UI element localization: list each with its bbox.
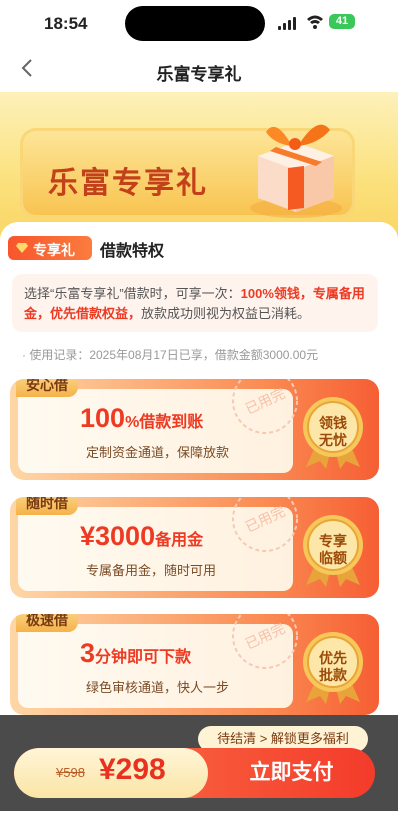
price-pill: ¥598 ¥298 (14, 748, 208, 798)
benefit-card-suishi: 已用完 随时借 ¥3000备用金 专属备用金，随时可用 专享 临额 (10, 497, 379, 598)
benefit-card-jisu: 已用完 极速借 3分钟即可下款 绿色审核通道，快人一步 优先 批款 (10, 614, 379, 715)
status-bar: 18:54 41 (0, 0, 398, 48)
card-headline-number: 3 (80, 638, 96, 668)
used-up-stamp-icon: 已用完 (232, 614, 298, 669)
card-headline-number: 100 (80, 403, 126, 433)
battery-icon: 41 (329, 14, 355, 29)
diamond-icon (16, 243, 28, 253)
card-subtitle: 绿色审核通道，快人一步 (86, 680, 230, 695)
card-subtitle: 定制资金通道，保障放款 (86, 445, 230, 460)
card-headline-unit: %借款到账 (125, 414, 204, 431)
section-tag: 专享礼 (8, 236, 92, 260)
used-up-stamp-icon: 已用完 (232, 497, 298, 552)
privilege-info-text: 选择“乐富专享礼”借款时，可享一次：100%领钱，专属备用金，优先借款权益，放款… (24, 284, 372, 324)
privilege-info-box: 选择“乐富专享礼”借款时，可享一次：100%领钱，专属备用金，优先借款权益，放款… (12, 274, 378, 332)
hero-title: 乐富专享礼 (48, 167, 208, 200)
pay-now-button[interactable]: 立即支付 (208, 748, 375, 798)
card-headline: ¥3000备用金 (80, 521, 203, 552)
wifi-icon (307, 15, 323, 29)
signal-icon (278, 16, 300, 30)
pay-bar: ¥598 ¥298 立即支付 (14, 748, 375, 798)
dynamic-island (125, 6, 265, 41)
card-headline: 100%借款到账 (80, 403, 203, 434)
benefit-card-anxin: 已用完 安心借 100%借款到账 定制资金通道，保障放款 领钱 无忧 (10, 379, 379, 480)
section-title: 借款特权 (100, 243, 165, 260)
medal-text: 优先 批款 (319, 650, 347, 683)
card-headline: 3分钟即可下款 (80, 638, 191, 669)
svg-text:已用完: 已用完 (243, 386, 288, 418)
medal-badge: 领钱 无忧 (294, 391, 372, 469)
card-headline-unit: 备用金 (155, 532, 204, 549)
current-price: ¥298 (99, 753, 166, 786)
svg-text:已用完: 已用完 (243, 621, 288, 653)
original-price: ¥598 (56, 765, 85, 780)
card-label: 极速借 (16, 614, 78, 632)
card-subtitle: 专属备用金，随时可用 (86, 563, 217, 578)
card-label: 安心借 (16, 379, 78, 397)
nav-bar: 乐富专享礼 (0, 48, 398, 92)
medal-text: 专享 临额 (319, 533, 347, 566)
info-prefix: 选择“乐富专享礼”借款时，可享一次： (24, 286, 241, 301)
usage-record: · 使用记录：2025年08月17日已享，借款金额3000.00元 (22, 348, 319, 362)
info-suffix: 放款成功则视为权益已消耗。 (141, 306, 311, 321)
card-headline-number: ¥3000 (80, 521, 156, 551)
medal-badge: 优先 批款 (294, 626, 372, 704)
card-label: 随时借 (16, 497, 78, 515)
medal-text: 领钱 无忧 (319, 415, 347, 448)
svg-text:已用完: 已用完 (243, 504, 288, 536)
page-title: 乐富专享礼 (156, 65, 242, 84)
used-up-stamp-icon: 已用完 (232, 379, 298, 434)
gift-box-icon (250, 124, 342, 218)
section-tag-label: 专享礼 (33, 242, 75, 258)
card-headline-unit: 分钟即可下款 (95, 649, 192, 666)
status-time: 18:54 (44, 14, 88, 33)
medal-badge: 专享 临额 (294, 509, 372, 587)
